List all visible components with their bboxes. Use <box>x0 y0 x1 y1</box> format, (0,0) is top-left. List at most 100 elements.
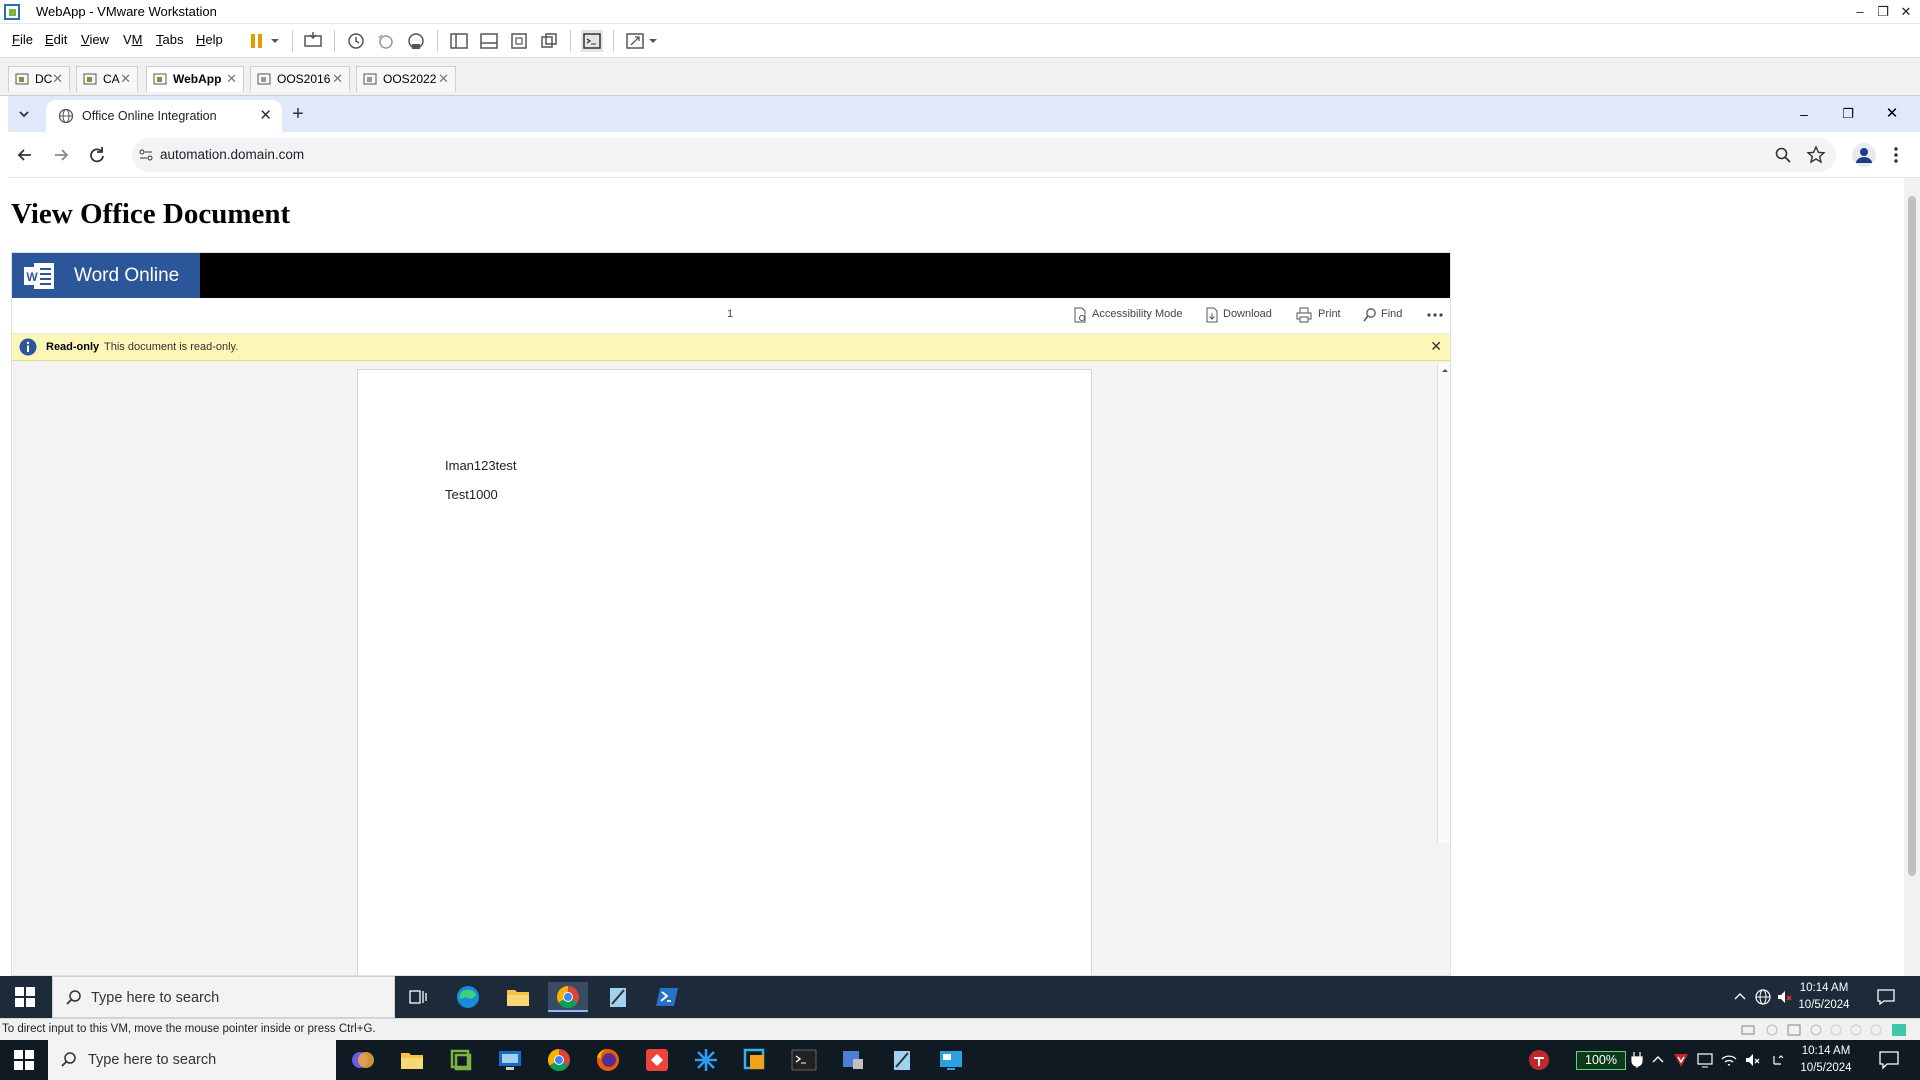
vmware-app-icon[interactable] <box>441 1045 481 1075</box>
close-icon[interactable]: ✕ <box>226 67 237 91</box>
volume-muted-icon[interactable] <box>1744 1051 1762 1069</box>
file-explorer-icon[interactable] <box>392 1045 432 1075</box>
chrome-icon[interactable] <box>548 982 588 1012</box>
close-icon[interactable]: ✕ <box>52 67 63 91</box>
vm-tab-oos2022[interactable]: OOS2022 ✕ <box>356 66 456 92</box>
revert-snapshot-icon[interactable] <box>375 30 397 52</box>
menu-edit[interactable]: Edit <box>45 32 67 47</box>
accessibility-mode-button[interactable]: Accessibility Mode <box>1092 308 1182 320</box>
more-menu-icon[interactable] <box>1888 143 1904 167</box>
host-search-box[interactable]: Type here to search <box>48 1040 336 1080</box>
vm-tab-dc[interactable]: DC ✕ <box>8 66 70 92</box>
close-icon[interactable]: ✕ <box>438 67 449 91</box>
copilot-icon[interactable] <box>343 1045 383 1075</box>
menu-view[interactable]: View <box>81 32 109 47</box>
site-settings-icon[interactable] <box>138 147 154 163</box>
display-icon[interactable] <box>1696 1051 1714 1069</box>
battery-indicator[interactable]: 100% <box>1576 1051 1626 1070</box>
host-clock[interactable]: 10:14 AM 10/5/2024 <box>1794 1043 1858 1077</box>
find-icon[interactable] <box>1362 307 1378 323</box>
snipping-tool-icon[interactable] <box>686 1045 726 1075</box>
remote-desktop-manager-icon[interactable] <box>931 1045 971 1075</box>
network-icon[interactable] <box>1754 988 1772 1006</box>
browser-tab-active[interactable]: Office Online Integration ✕ <box>46 100 282 132</box>
full-screen-icon[interactable] <box>508 30 530 52</box>
stretch-icon[interactable] <box>624 30 646 52</box>
console-view-icon[interactable] <box>581 30 603 52</box>
more-options-icon[interactable] <box>1426 307 1444 323</box>
guest-search-box[interactable]: Type here to search <box>52 976 395 1018</box>
windows-start-icon[interactable] <box>14 986 36 1008</box>
antivirus-icon[interactable] <box>1672 1051 1690 1069</box>
forward-icon[interactable] <box>50 144 72 166</box>
vm-tab-oos2016[interactable]: OOS2016 ✕ <box>250 66 350 92</box>
minimize-icon[interactable]: – <box>1850 2 1870 22</box>
menu-vm[interactable]: VM <box>123 32 143 47</box>
close-icon[interactable]: ✕ <box>1430 338 1442 355</box>
file-explorer-icon[interactable] <box>498 982 538 1012</box>
terminal-icon[interactable] <box>784 1045 824 1075</box>
thumbnail-bar-icon[interactable] <box>478 30 500 52</box>
powershell-icon[interactable] <box>648 982 688 1012</box>
accessibility-icon[interactable] <box>1072 307 1088 323</box>
send-ctrl-alt-del-icon[interactable] <box>302 30 324 52</box>
tab-search-icon[interactable] <box>14 104 34 124</box>
guest-clock[interactable]: 10:14 AM 10/5/2024 <box>1792 980 1856 1014</box>
word-online-brand[interactable]: W Word Online <box>12 253 200 298</box>
remote-desktop-icon[interactable] <box>490 1045 530 1075</box>
restore-icon[interactable]: ❐ <box>1873 2 1893 22</box>
device-status-icons[interactable] <box>1740 1022 1910 1038</box>
viewer-scrollbar[interactable] <box>1437 363 1450 843</box>
page-scrollbar[interactable] <box>1904 178 1920 976</box>
menu-file[interactable]: File <box>12 32 33 47</box>
input-language-icon[interactable] <box>1770 1052 1786 1068</box>
scrollbar-thumb[interactable] <box>1908 196 1916 876</box>
chevron-down-icon[interactable] <box>646 30 660 52</box>
close-icon[interactable]: ✕ <box>259 106 272 124</box>
zoom-icon[interactable] <box>1774 146 1792 164</box>
wifi-icon[interactable] <box>1720 1051 1738 1069</box>
download-button[interactable]: Download <box>1223 308 1272 320</box>
notifications-icon[interactable] <box>1876 988 1896 1006</box>
suspend-icon[interactable] <box>246 30 268 52</box>
snapshot-icon[interactable] <box>345 30 367 52</box>
new-tab-icon[interactable]: + <box>286 102 310 126</box>
chrome-icon[interactable] <box>539 1045 579 1075</box>
menu-help[interactable]: Help <box>196 32 223 47</box>
chevron-down-icon[interactable] <box>268 30 282 52</box>
plug-icon[interactable] <box>1630 1051 1644 1069</box>
snapshot-manager-icon[interactable] <box>405 30 427 52</box>
anydesk-icon[interactable] <box>637 1045 677 1075</box>
menu-tabs[interactable]: Tabs <box>156 32 183 47</box>
bookmark-star-icon[interactable] <box>1806 145 1826 165</box>
address-bar[interactable]: automation.domain.com <box>132 138 1836 172</box>
print-button[interactable]: Print <box>1318 308 1341 320</box>
notifications-icon[interactable] <box>1878 1050 1900 1070</box>
firefox-icon[interactable] <box>588 1045 628 1075</box>
task-view-icon[interactable] <box>398 982 438 1012</box>
back-icon[interactable] <box>14 144 36 166</box>
download-icon[interactable] <box>1204 307 1220 323</box>
chevron-up-icon[interactable] <box>1732 989 1748 1005</box>
vmware-workstation-icon[interactable] <box>735 1045 775 1075</box>
vm-tab-ca[interactable]: CA ✕ <box>76 66 138 92</box>
edge-icon[interactable] <box>448 982 488 1012</box>
sidebar-icon[interactable] <box>448 30 470 52</box>
chevron-up-icon[interactable] <box>1650 1052 1666 1068</box>
minimize-icon[interactable]: – <box>1792 102 1816 126</box>
close-icon[interactable]: ✕ <box>1896 2 1916 22</box>
windows-start-icon[interactable] <box>13 1049 35 1071</box>
find-button[interactable]: Find <box>1381 308 1402 320</box>
close-icon[interactable]: ✕ <box>120 67 131 91</box>
restore-icon[interactable]: ❐ <box>1836 102 1860 126</box>
server-manager-icon[interactable] <box>833 1045 873 1075</box>
close-icon[interactable]: ✕ <box>332 67 343 91</box>
reload-icon[interactable] <box>86 144 108 166</box>
close-icon[interactable]: ✕ <box>1880 102 1904 126</box>
notepad-icon[interactable] <box>882 1045 922 1075</box>
profile-avatar-icon[interactable] <box>1852 143 1876 167</box>
notepad-icon[interactable] <box>598 982 638 1012</box>
security-app-icon[interactable] <box>1528 1049 1550 1071</box>
unity-icon[interactable] <box>538 30 560 52</box>
vm-tab-webapp[interactable]: WebApp ✕ <box>146 66 244 92</box>
